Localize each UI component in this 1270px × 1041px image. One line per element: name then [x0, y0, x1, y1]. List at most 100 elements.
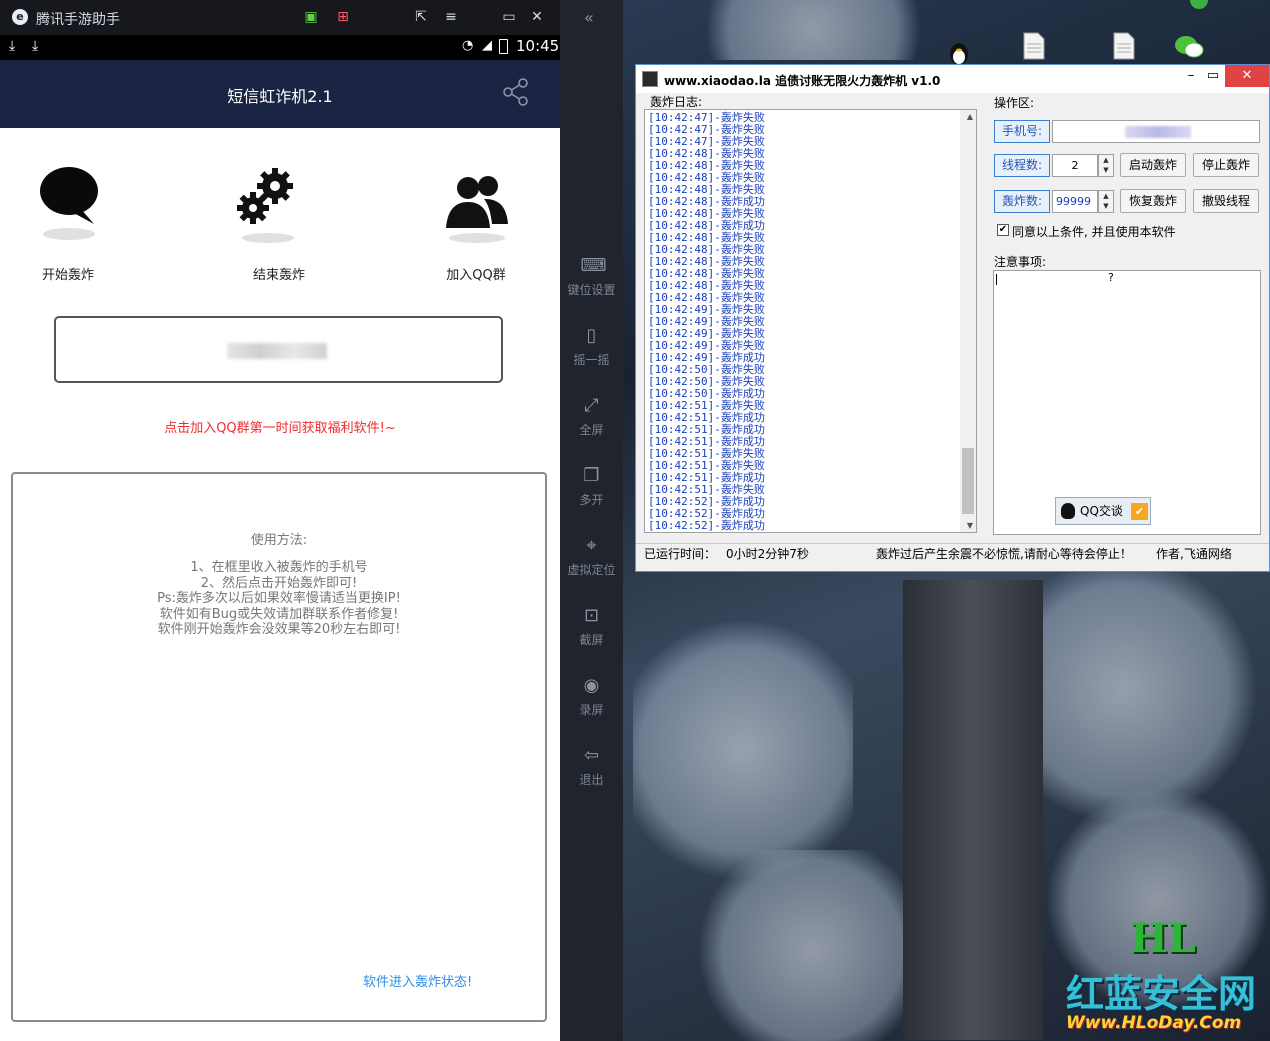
- notes-textarea[interactable]: ? QQ交谈 ✔: [993, 270, 1261, 535]
- usage-line: 2、然后点击开始轰炸即可!: [200, 575, 358, 591]
- close-button[interactable]: ✕: [1225, 65, 1269, 87]
- collapse-icon[interactable]: «: [584, 8, 594, 27]
- blurred-phone-number: [227, 343, 327, 359]
- qq-chat-label: QQ交谈: [1080, 504, 1123, 518]
- download-icon: ⤓: [9, 38, 16, 54]
- destroy-threads-button[interactable]: 撤毁线程: [1193, 189, 1259, 213]
- log-line: [10:42:52]-轰炸成功: [648, 519, 765, 532]
- popout-icon[interactable]: ⇱: [412, 8, 430, 26]
- count-field[interactable]: 99999: [1052, 190, 1098, 213]
- sidebar-item-multi[interactable]: ❐ 多开: [560, 465, 623, 508]
- ops-group-label: 操作区:: [994, 96, 1035, 110]
- document-icon[interactable]: [1112, 32, 1138, 62]
- app-body: 开始轰炸 结束轰炸 加入QQ群 点击加入QQ群第一时间获取福利软件!~ 使用方法…: [0, 128, 560, 1041]
- threads-label: 线程数:: [994, 154, 1050, 177]
- emulator-sidebar: « ⌨ 键位设置 ▯ 摇一摇 ⤢ 全屏 ❐ 多开 ⌖ 虚拟定位 ⊡ 截屏 ◉ 录屏 ⇦ 退出: [560, 0, 623, 1041]
- shake-icon: ▯: [586, 325, 597, 346]
- watermark-url: Www.HLoDay.Com: [1066, 1013, 1242, 1033]
- emulator-title: 腾讯手游助手: [36, 12, 120, 28]
- blurred-phone-number: [1125, 126, 1191, 138]
- usage-line: 软件刚开始轰炸会没效果等20秒左右即可!: [157, 622, 401, 637]
- phone-number-input[interactable]: [54, 316, 503, 383]
- sidebar-item-fullscreen[interactable]: ⤢ 全屏: [560, 395, 623, 438]
- screen: e 腾讯手游助手 ▣ ⊞ ⇱ ≡ ▭ ✕ ⤓ ⤓ ◔ ◢ 10:45 短信虹诈机…: [0, 0, 1270, 1041]
- qq-chat-button[interactable]: QQ交谈 ✔: [1055, 497, 1151, 525]
- scroll-thumb[interactable]: [962, 448, 974, 514]
- phone-field[interactable]: [1052, 120, 1260, 143]
- text-cursor: [996, 274, 997, 285]
- bomber-app-window: www.xiaodao.la 追债讨账无限火力轰炸机 v1.0 – ▭ ✕ 轰炸…: [635, 64, 1270, 572]
- status-message: 轰炸过后产生余震不必惊慌,请耐心等待会停止！: [876, 547, 1132, 561]
- author-text: 作者,飞通网络: [1156, 547, 1232, 561]
- wallpaper-cliff: [903, 580, 1043, 1040]
- stop-bombing-button[interactable]: 停止轰炸: [1193, 153, 1259, 177]
- emulator-logo-icon: e: [12, 9, 28, 25]
- sidebar-item-exit[interactable]: ⇦ 退出: [560, 745, 623, 788]
- phone-label: 手机号:: [994, 120, 1050, 143]
- watermark-name: 红蓝安全网: [1066, 972, 1257, 1016]
- threads-stepper[interactable]: ▲ ▼: [1098, 154, 1114, 177]
- usage-line: 1、在框里收入被轰炸的手机号: [190, 560, 368, 575]
- log-group-label: 轰炸日志:: [650, 95, 703, 109]
- sidebar-item-label: 录屏: [579, 703, 604, 717]
- scroll-down-icon[interactable]: ▼: [967, 521, 973, 530]
- menu-icon[interactable]: ≡: [442, 8, 460, 26]
- sidebar-item-label: 全屏: [579, 423, 604, 437]
- share-icon[interactable]: [501, 77, 531, 107]
- chevron-down-icon[interactable]: ▼: [1099, 165, 1113, 175]
- bombing-log[interactable]: [10:42:47]-轰炸失败 [10:42:47]-轰炸失败 [10:42:47]…: [644, 109, 977, 533]
- resume-bombing-button[interactable]: 恢复轰炸: [1120, 189, 1186, 213]
- sidebar-item-label: 摇一摇: [573, 353, 610, 367]
- start-bombing-button[interactable]: 启动轰炸: [1120, 153, 1186, 177]
- wifi-icon: ◔: [462, 38, 474, 53]
- maximize-icon[interactable]: ▭: [500, 8, 518, 26]
- sidebar-item-keymap[interactable]: ⌨ 键位设置: [560, 255, 623, 298]
- app-title: 短信虹诈机2.1: [227, 87, 333, 106]
- document-icon[interactable]: [1022, 32, 1048, 62]
- watermark-logo: HL: [1130, 915, 1196, 962]
- gift-icon[interactable]: ⊞: [334, 8, 352, 26]
- join-qq-group-label: 加入QQ群: [446, 268, 506, 283]
- sidebar-item-record[interactable]: ◉ 录屏: [560, 675, 623, 718]
- chevron-down-icon[interactable]: ▼: [1099, 201, 1113, 211]
- chevron-up-icon[interactable]: ▲: [1099, 191, 1113, 201]
- record-icon: ◉: [583, 675, 600, 696]
- chevron-up-icon[interactable]: ▲: [1099, 155, 1113, 165]
- sidebar-item-label: 多开: [579, 493, 604, 507]
- agree-checkbox[interactable]: ✔: [997, 224, 1009, 236]
- bombing-state-text: 软件进入轰炸状态!: [363, 975, 473, 990]
- gamepad-icon[interactable]: ▣: [302, 8, 320, 26]
- close-icon[interactable]: ✕: [528, 8, 546, 26]
- sidebar-item-screenshot[interactable]: ⊡ 截屏: [560, 605, 623, 648]
- signal-icon: ◢: [482, 38, 492, 53]
- usage-line: 软件如有Bug或失效请加群联系作者修复!: [159, 606, 399, 622]
- app-window-title: www.xiaodao.la 追债讨账无限火力轰炸机 v1.0: [664, 74, 941, 88]
- watermark: HL 红蓝安全网 Www.HLoDay.Com: [1062, 915, 1270, 1041]
- notes-group-label: 注意事项:: [994, 255, 1047, 269]
- sidebar-item-label: 截屏: [579, 633, 604, 647]
- notes-text: ?: [1108, 271, 1114, 284]
- runtime-label: 已运行时间：: [644, 547, 717, 561]
- promo-text[interactable]: 点击加入QQ群第一时间获取福利软件!~: [0, 417, 560, 436]
- wechat-icon[interactable]: [1174, 34, 1204, 64]
- runtime-value: 0小时2分钟7秒: [726, 547, 809, 561]
- app-titlebar: www.xiaodao.la 追债讨账无限火力轰炸机 v1.0 – ▭ ✕: [636, 65, 1269, 93]
- sidebar-item-shake[interactable]: ▯ 摇一摇: [560, 325, 623, 368]
- status-bar: 已运行时间： 0小时2分钟7秒 轰炸过后产生余震不必惊慌,请耐心等待会停止！ 作…: [636, 543, 1269, 565]
- usage-panel: 使用方法: 1、在框里收入被轰炸的手机号 2、然后点击开始轰炸即可! Ps:轰炸…: [11, 472, 547, 1022]
- download-icon: ⤓: [32, 38, 39, 54]
- battery-icon: [499, 39, 508, 54]
- log-scrollbar[interactable]: ▲ ▼: [960, 110, 976, 532]
- app-icon: [642, 71, 658, 87]
- count-stepper[interactable]: ▲ ▼: [1098, 190, 1114, 213]
- maximize-button[interactable]: ▭: [1198, 65, 1228, 87]
- sidebar-item-location[interactable]: ⌖ 虚拟定位: [560, 535, 623, 578]
- stop-bombing-label: 结束轰炸: [252, 268, 305, 283]
- threads-field[interactable]: 2: [1052, 154, 1098, 177]
- usage-line: Ps:轰炸多次以后如果效率慢请适当更换IP!: [157, 591, 401, 606]
- users-icon: [446, 176, 508, 243]
- scroll-up-icon[interactable]: ▲: [967, 112, 973, 121]
- keyboard-icon: ⌨: [580, 255, 607, 276]
- sidebar-item-label: 键位设置: [567, 283, 616, 297]
- app-header: 短信虹诈机2.1: [0, 60, 560, 128]
